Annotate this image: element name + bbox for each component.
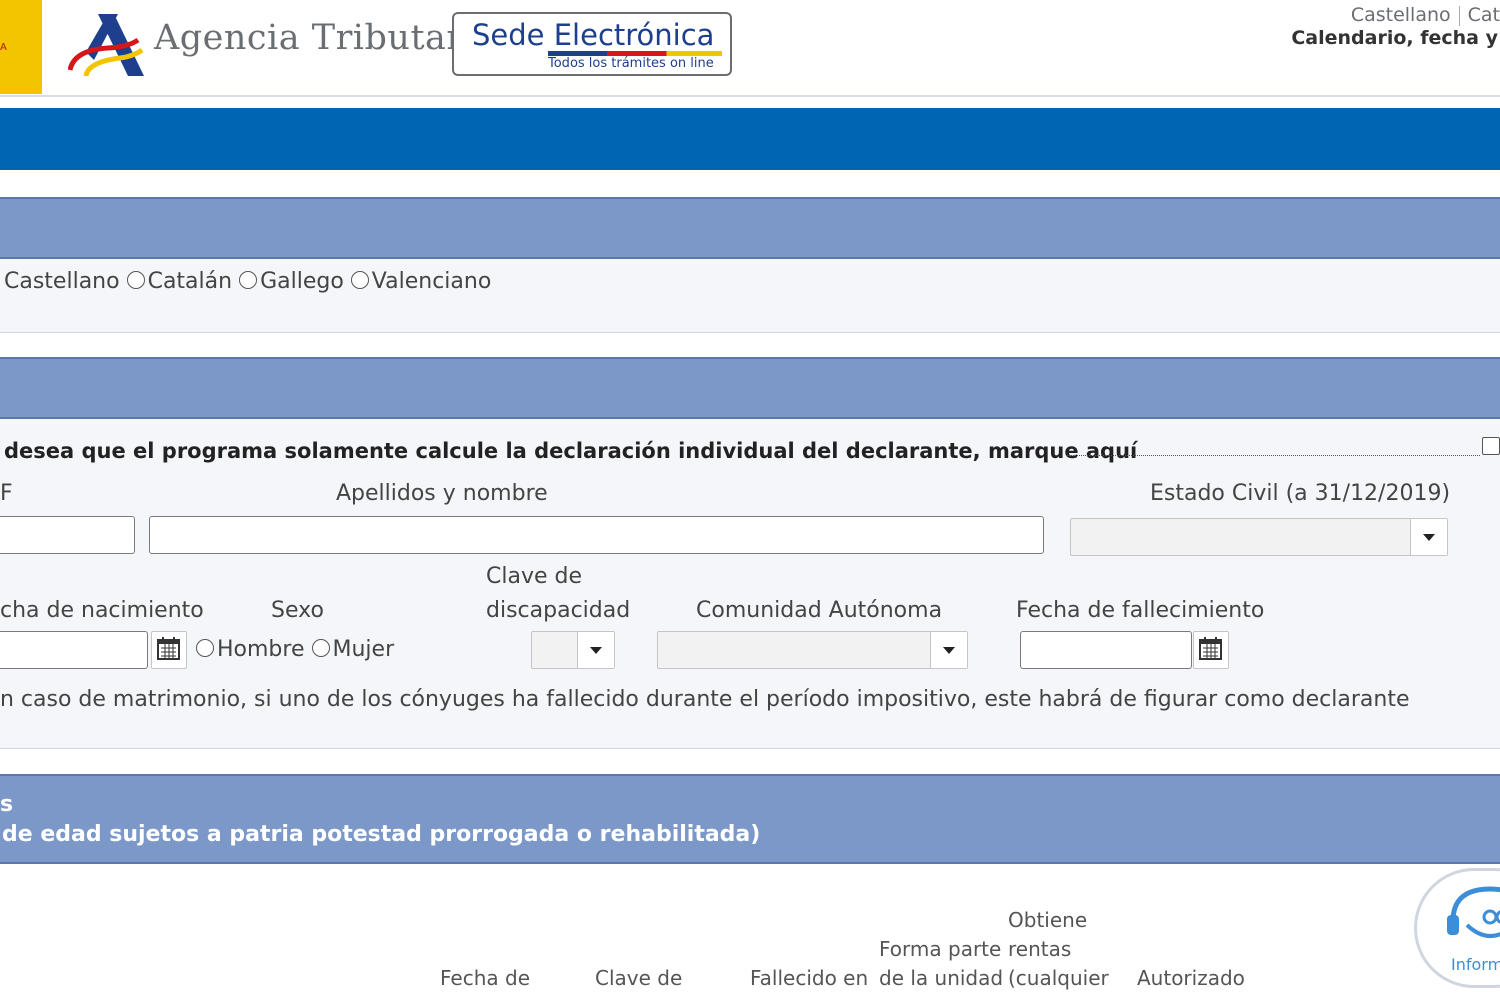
calendar-icon-glyph: [1199, 637, 1222, 660]
sex-radio-group: Hombre Mujer: [196, 637, 394, 662]
chevron-down-icon[interactable]: [577, 632, 614, 668]
civil-status-select[interactable]: [1070, 518, 1448, 556]
children-section-title-line2: de edad sujetos a patria potestad prorro…: [2, 822, 761, 847]
col-unit-line1: Forma parte: [879, 937, 1002, 961]
col-deceased: Fallecido en: [750, 966, 869, 990]
sede-electronica-logo[interactable]: Sede Electrónica Todos los trámites on l…: [452, 12, 732, 76]
radio-catalan[interactable]: [126, 271, 145, 289]
calendar-icon[interactable]: [151, 631, 187, 669]
sede-title: Sede Electrónica: [472, 18, 715, 52]
birth-date-label: cha de nacimiento: [0, 598, 204, 623]
col-authorized: Autorizado: [1137, 966, 1245, 990]
radio-valenciano[interactable]: [350, 271, 369, 289]
chevron-down-icon[interactable]: [1410, 519, 1447, 555]
sede-subtitle: Todos los trámites on line: [548, 56, 714, 71]
disability-label-line2: discapacidad: [486, 598, 631, 623]
disability-select[interactable]: [531, 631, 615, 669]
death-date-label: Fecha de fallecimiento: [1016, 598, 1265, 623]
help-label: Inform: [1451, 955, 1500, 974]
lang-option-castellano[interactable]: Castellano: [4, 269, 120, 294]
community-label: Comunidad Autónoma: [696, 598, 943, 623]
declarant-section-body: desea que el programa solamente calcule …: [0, 419, 1500, 749]
disability-label-line1: Clave de: [486, 564, 583, 589]
language-radio-group: Castellano Catalán Gallego Valenciano: [4, 269, 491, 294]
lang-link-castellano[interactable]: Castellano: [1351, 4, 1451, 26]
sex-option-hombre[interactable]: Hombre: [217, 637, 305, 662]
help-information-button[interactable]: Inform: [1414, 868, 1500, 988]
calendar-link[interactable]: Calendario, fecha y: [1291, 27, 1498, 49]
children-section-title-line1: s: [0, 792, 14, 817]
language-section-header: [0, 197, 1500, 259]
nif-label: F: [0, 481, 13, 506]
lang-separator: [1458, 5, 1460, 26]
col-income-line2: rentas: [1008, 937, 1072, 961]
name-label: Apellidos y nombre: [336, 481, 548, 506]
birth-date-input[interactable]: [0, 631, 148, 669]
col-key: Clave de: [595, 966, 683, 990]
civil-status-label: Estado Civil (a 31/12/2019): [1150, 481, 1451, 506]
chevron-down-icon[interactable]: [930, 632, 967, 668]
death-date-input[interactable]: [1020, 631, 1192, 669]
deceased-spouse-note: n caso de matrimonio, si uno de los cóny…: [0, 687, 1410, 712]
lang-option-valenciano[interactable]: Valenciano: [372, 269, 492, 294]
nif-input[interactable]: [0, 516, 135, 554]
individual-declaration-checkbox[interactable]: [1482, 437, 1500, 455]
col-income-line1: Obtiene: [1008, 908, 1088, 932]
navigation-bar: [0, 108, 1500, 170]
support-agent-icon: [1447, 886, 1500, 938]
declarant-section-header: [0, 357, 1500, 419]
lang-link-catalan[interactable]: Cat: [1468, 4, 1500, 26]
language-section-body: Castellano Catalán Gallego Valenciano: [0, 259, 1500, 333]
col-income-line3: (cualquier: [1008, 966, 1109, 990]
lang-option-gallego[interactable]: Gallego: [260, 269, 344, 294]
header-divider: [0, 95, 1500, 97]
language-links: Castellano Cat: [1351, 4, 1500, 26]
community-select[interactable]: [657, 631, 968, 669]
name-input[interactable]: [149, 516, 1044, 554]
site-header: A Agencia Tributaria Sede Electrónica To…: [0, 0, 1500, 96]
calendar-icon-glyph: [157, 637, 180, 660]
radio-mujer[interactable]: [311, 639, 330, 657]
sex-label: Sexo: [271, 598, 324, 623]
government-logo[interactable]: A: [0, 0, 42, 94]
calendar-icon[interactable]: [1193, 631, 1229, 669]
brand-title[interactable]: Agencia Tributaria: [154, 18, 497, 58]
dotted-leader: [1066, 455, 1480, 456]
agencia-tributaria-logo-icon[interactable]: [68, 10, 148, 80]
col-unit-line2: de la unidad: [879, 966, 1004, 990]
sex-option-mujer[interactable]: Mujer: [333, 637, 395, 662]
individual-declaration-text: desea que el programa solamente calcule …: [4, 439, 1138, 463]
col-birth-date: Fecha de: [440, 966, 530, 990]
lang-option-catalan[interactable]: Catalán: [148, 269, 233, 294]
radio-hombre[interactable]: [196, 639, 214, 657]
radio-gallego[interactable]: [239, 271, 258, 289]
children-section-header: s de edad sujetos a patria potestad pror…: [0, 774, 1500, 864]
